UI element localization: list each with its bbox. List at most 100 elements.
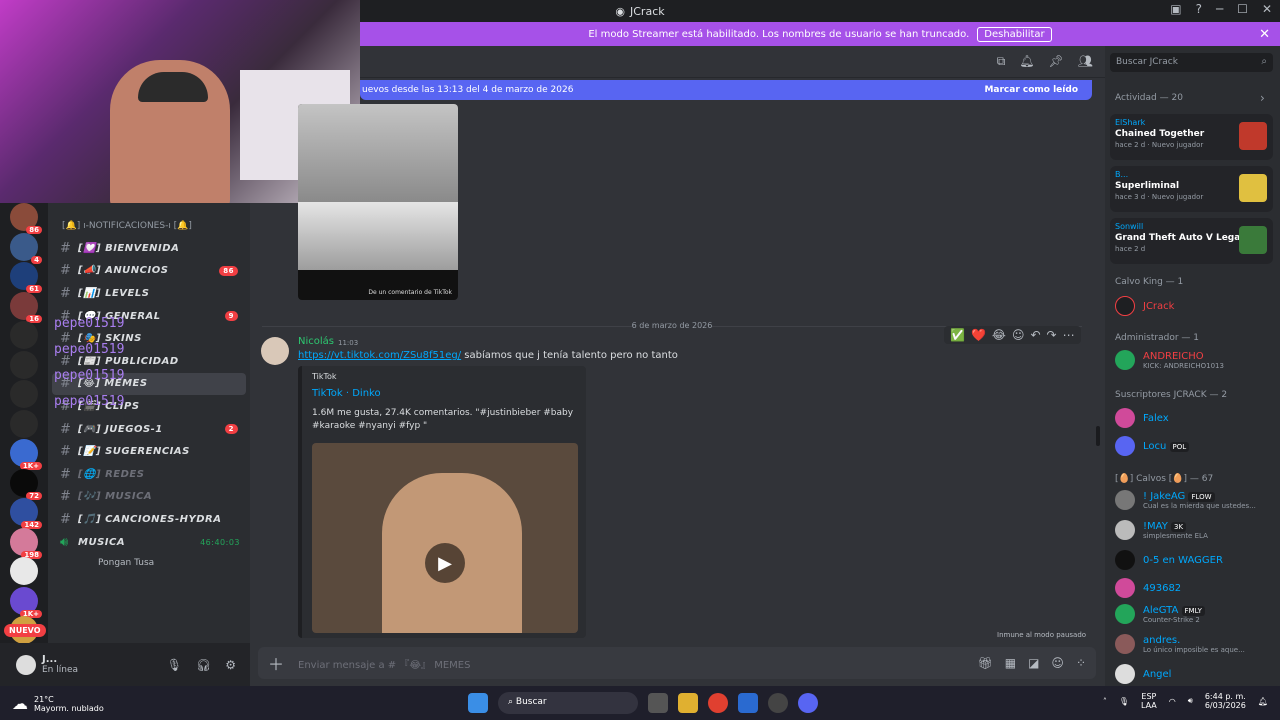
server-icon[interactable] — [10, 557, 38, 585]
embed-title[interactable]: TikTok · Dinko — [312, 388, 576, 399]
member-item[interactable]: AleGTA FMLY Counter-Strike 2 — [1115, 604, 1275, 624]
add-reaction-icon[interactable]: ☺ — [1012, 328, 1025, 342]
overlay-username: pepe01519 — [54, 316, 125, 331]
disable-streamer-button[interactable]: Deshabilitar — [977, 26, 1052, 42]
member-item[interactable]: andres. Lo único imposible es aque... — [1115, 634, 1275, 654]
activity-card[interactable]: Sonwill Grand Theft Auto V Legacy hace 2 d — [1110, 218, 1273, 264]
embed-video[interactable]: ▶ — [312, 443, 578, 633]
headphones-icon[interactable]: 🎧︎ — [196, 658, 211, 672]
avatar[interactable] — [16, 654, 36, 675]
channel-item[interactable]: # [🎶] MUSICA — [48, 486, 250, 509]
server-icon[interactable] — [10, 380, 38, 408]
member-item[interactable]: 0-5 en WAGGER — [1115, 550, 1275, 570]
gear-icon[interactable]: ⚙ — [225, 658, 236, 672]
heart-reaction[interactable]: ❤️ — [971, 328, 986, 342]
voice-user[interactable]: Pongan Tusa — [48, 553, 250, 573]
channel-item[interactable]: # [🎮] JUEGOS-1 2 — [48, 418, 250, 441]
help-icon[interactable]: ? — [1196, 2, 1202, 16]
bell-icon[interactable]: 🔔︎ — [1019, 54, 1034, 69]
channel-item[interactable]: # [🌐] REDES — [48, 463, 250, 486]
member-item[interactable]: Locu POL — [1115, 436, 1275, 456]
server-icon[interactable]: 16 — [10, 291, 42, 323]
role-admin: Administrador — 1 — [1115, 333, 1199, 343]
server-icon[interactable]: 142 — [10, 498, 42, 529]
wifi-icon[interactable]: ◠ — [1169, 697, 1176, 706]
volume-icon[interactable]: 🔊︎ — [1188, 696, 1193, 706]
app-icon[interactable] — [768, 693, 788, 713]
server-icon[interactable] — [10, 321, 38, 349]
new-messages-bar[interactable]: uevos desde las 13:13 del 4 de marzo de … — [360, 80, 1092, 100]
mention-badge: 2 — [224, 424, 238, 435]
chevron-up-icon[interactable]: ˄ — [1103, 697, 1107, 706]
member-item[interactable]: Angel — [1115, 664, 1275, 684]
voice-channel-musica[interactable]: 🔊︎ MUSICA 46:40:03 — [48, 531, 250, 554]
server-icon[interactable]: 4 — [10, 232, 42, 264]
sticker-icon[interactable]: ◪ — [1028, 656, 1039, 670]
play-icon[interactable]: ▶ — [425, 543, 465, 583]
activity-title[interactable]: Actividad — 20 — [1115, 93, 1183, 103]
server-icon[interactable]: 61 — [10, 262, 42, 293]
forward-icon[interactable]: ↷ — [1047, 328, 1057, 342]
chrome-icon[interactable] — [708, 693, 728, 713]
channel-item[interactable]: # [📊] LEVELS — [48, 282, 250, 305]
bell-icon[interactable]: 🔔︎ — [1258, 697, 1268, 706]
channel-label: [📝] SUGERENCIAS — [78, 446, 190, 458]
start-icon[interactable] — [468, 693, 488, 713]
message-input[interactable]: Enviar mensaje a # 『😂』 MEMES — [298, 656, 470, 671]
gift-icon[interactable]: 🎁︎ — [978, 656, 993, 670]
taskbar-search[interactable]: ⌕ Buscar — [498, 692, 638, 714]
task-view-icon[interactable] — [648, 693, 668, 713]
message-author[interactable]: Nicolás — [298, 336, 334, 347]
member-andreicho[interactable]: ANDREICHO KICK: ANDREICHO1013 — [1115, 350, 1275, 370]
message-link[interactable]: https://vt.tiktok.com/ZSu8f51eg/ — [298, 350, 461, 361]
close-button[interactable]: ✕ — [1262, 2, 1272, 16]
more-icon[interactable]: ⋯ — [1063, 328, 1075, 342]
server-icon[interactable]: 86 — [10, 203, 42, 234]
close-icon[interactable]: ✕ — [1259, 27, 1270, 42]
discord-icon[interactable] — [798, 693, 818, 713]
image-attachment[interactable]: De un comentario de TikTok — [298, 104, 458, 300]
member-item[interactable]: !MAY 3K simplesmente ELA — [1115, 520, 1275, 540]
server-icon[interactable]: 1K+ — [10, 586, 42, 618]
file-explorer-icon[interactable] — [678, 693, 698, 713]
members-icon[interactable]: 👥︎ — [1078, 54, 1093, 69]
member-item[interactable]: ! JakeAG FLOW Cual es la mierda que usted… — [1115, 490, 1275, 510]
member-item[interactable]: Falex — [1115, 408, 1275, 428]
apps-icon[interactable]: ⁘ — [1076, 656, 1086, 670]
server-icon[interactable] — [10, 350, 38, 379]
member-jcrack[interactable]: JCrack — [1115, 296, 1275, 316]
threads-icon[interactable]: ⧉ — [997, 54, 1006, 69]
channel-item[interactable]: # [🎵] CANCIONES-HYDRA — [48, 508, 250, 531]
avatar[interactable] — [261, 337, 289, 365]
server-icon[interactable]: 72 — [10, 468, 42, 500]
weather-widget[interactable]: ☁ 21°C Mayorm. nublado — [12, 694, 104, 713]
microphone-icon[interactable]: 🎙︎ — [1119, 697, 1129, 706]
server-icon[interactable]: 1K+ — [10, 439, 42, 470]
minimize-button[interactable]: ─ — [1216, 2, 1223, 16]
channel-item[interactable]: # [📝] SUGERENCIAS — [48, 440, 250, 463]
chevron-right-icon[interactable]: › — [1260, 91, 1265, 105]
plus-icon[interactable]: ＋ — [268, 651, 284, 675]
server-icon[interactable]: 198 — [10, 527, 42, 559]
emoji-icon[interactable]: ☺ — [1051, 656, 1064, 670]
search-input[interactable]: Buscar JCrack ⌕ — [1110, 53, 1273, 72]
server-icon[interactable] — [10, 409, 38, 438]
reply-icon[interactable]: ↶ — [1030, 328, 1040, 342]
microphone-icon[interactable]: 🎙︎ — [167, 658, 182, 672]
activity-card[interactable]: ElShark Chained Together hace 2 d · Nuevo … — [1110, 114, 1273, 160]
activity-card[interactable]: B... Superliminal hace 3 d · Nuevo jugador — [1110, 166, 1273, 212]
inbox-icon[interactable]: ▣ — [1170, 2, 1181, 16]
message-composer[interactable]: ＋ Enviar mensaje a # 『😂』 MEMES 🎁︎ ▦ ◪ ☺ … — [258, 647, 1096, 679]
gif-icon[interactable]: ▦ — [1005, 656, 1016, 670]
scrollbar[interactable] — [1096, 426, 1100, 446]
check-reaction[interactable]: ✅ — [950, 328, 965, 342]
member-item[interactable]: 493682 — [1115, 578, 1275, 598]
mail-icon[interactable] — [738, 693, 758, 713]
laugh-reaction[interactable]: 😂 — [992, 328, 1006, 342]
channel-item[interactable]: # [💟] BIENVENIDA — [48, 237, 250, 260]
channel-item[interactable]: # [📣] ANUNCIOS 86 — [48, 260, 250, 283]
maximize-button[interactable]: ☐ — [1237, 2, 1248, 16]
category-notifications[interactable]: [🔔] ı-NOTIFICACIONES-ı [🔔] — [48, 215, 250, 237]
pin-icon[interactable]: 📌︎ — [1049, 54, 1064, 69]
mark-as-read[interactable]: Marcar como leído — [984, 85, 1078, 95]
